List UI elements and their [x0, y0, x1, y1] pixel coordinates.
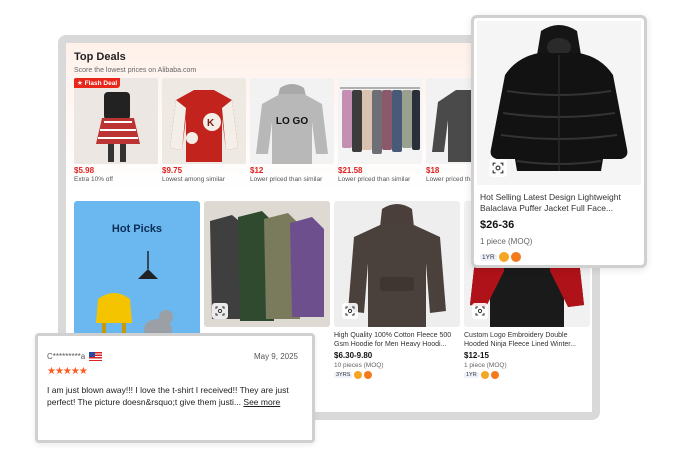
featured-product-image: [477, 21, 641, 185]
supplier-badges: 1YR: [464, 371, 590, 379]
deal-image: [338, 78, 422, 164]
see-more-link[interactable]: See more: [243, 397, 280, 407]
supplier-medal-icon: [510, 252, 521, 262]
verified-medal-icon: [498, 252, 509, 262]
us-flag-icon: [89, 352, 103, 361]
verified-medal-icon: [354, 371, 363, 379]
product-price: $6.30-9.80: [334, 351, 373, 360]
image-search-icon[interactable]: [212, 303, 228, 319]
supplier-medal-icon: [490, 371, 499, 379]
reviewer: C*********a: [47, 352, 103, 361]
product-title: High Quality 100% Cotton Fleece 500 Gsm …: [334, 332, 452, 348]
verified-medal-icon: [480, 371, 489, 379]
product-moq: 1 piece (MOQ): [464, 362, 507, 369]
rating-stars: ★★★★★: [47, 366, 88, 377]
product-price: $12-15: [464, 351, 489, 360]
deal-note: Extra 10% off: [74, 176, 113, 183]
image-search-icon[interactable]: [472, 303, 488, 319]
years-badge: 1YR: [464, 372, 479, 378]
years-badge: 3YRS: [334, 372, 353, 378]
deal-price: $12: [250, 166, 264, 175]
deal-image: ★ Flash Deal: [74, 78, 158, 164]
product-moq: 10 pieces (MOQ): [334, 362, 384, 369]
top-deals-subtitle: Score the lowest prices on Alibaba.com: [74, 67, 197, 74]
hot-picks-illustration: [88, 251, 173, 351]
image-search-icon[interactable]: [489, 159, 507, 177]
flash-deal-badge: ★ Flash Deal: [74, 78, 121, 88]
review-date: May 9, 2025: [253, 352, 298, 361]
product-card[interactable]: High Quality 100% Cotton Fleece 500 Gsm …: [334, 201, 460, 379]
product-title: Custom Logo Embroidery Double Hooded Nin…: [464, 332, 577, 348]
supplier-badges: 3YRS: [334, 371, 460, 379]
deal-price: $5.98: [74, 166, 95, 175]
featured-product-card[interactable]: Hot Selling Latest Design Lightweight Ba…: [471, 15, 647, 268]
supplier-badges: 1YR: [480, 252, 521, 262]
featured-product-price: $26-36: [480, 219, 515, 231]
deal-image: K: [162, 78, 246, 164]
product-image: [204, 201, 330, 327]
featured-product-moq: 1 piece (MOQ): [480, 237, 533, 246]
review-card: C*********a May 9, 2025 ★★★★★ I am just …: [35, 333, 315, 443]
deal-note: Lower priced than similar: [250, 176, 323, 183]
product-card[interactable]: [204, 201, 330, 327]
review-text-block: I am just blown away!!! I love the t-shi…: [47, 384, 305, 408]
deal-print-text: LO GO: [276, 116, 308, 127]
product-image: [334, 201, 460, 327]
deal-item[interactable]: LO GO $12 Lower priced than similar: [250, 78, 334, 183]
hot-picks-banner[interactable]: Hot Picks: [74, 201, 200, 351]
deal-item[interactable]: K $9.75 Lowest among similar: [162, 78, 246, 183]
supplier-medal-icon: [364, 371, 373, 379]
years-badge: 1YR: [480, 253, 497, 261]
page: Top Deals Score the lowest prices on Ali…: [0, 0, 676, 452]
deal-price: $9.75: [162, 166, 183, 175]
top-deals-title: Top Deals: [74, 51, 126, 63]
deal-price: $21.58: [338, 166, 363, 175]
reviewer-name: C*********a: [47, 352, 86, 361]
deal-note: Lower priced than similar: [338, 176, 411, 183]
featured-product-title: Hot Selling Latest Design Lightweight Ba…: [480, 192, 621, 213]
deal-item[interactable]: $21.58 Lower priced than similar: [338, 78, 422, 183]
svg-text:K: K: [207, 118, 215, 129]
deal-image: LO GO: [250, 78, 334, 164]
image-search-icon[interactable]: [342, 303, 358, 319]
deal-item[interactable]: ★ Flash Deal $5.98 Extra 10% off: [74, 78, 158, 183]
deal-note: Lowest among similar: [162, 176, 225, 183]
